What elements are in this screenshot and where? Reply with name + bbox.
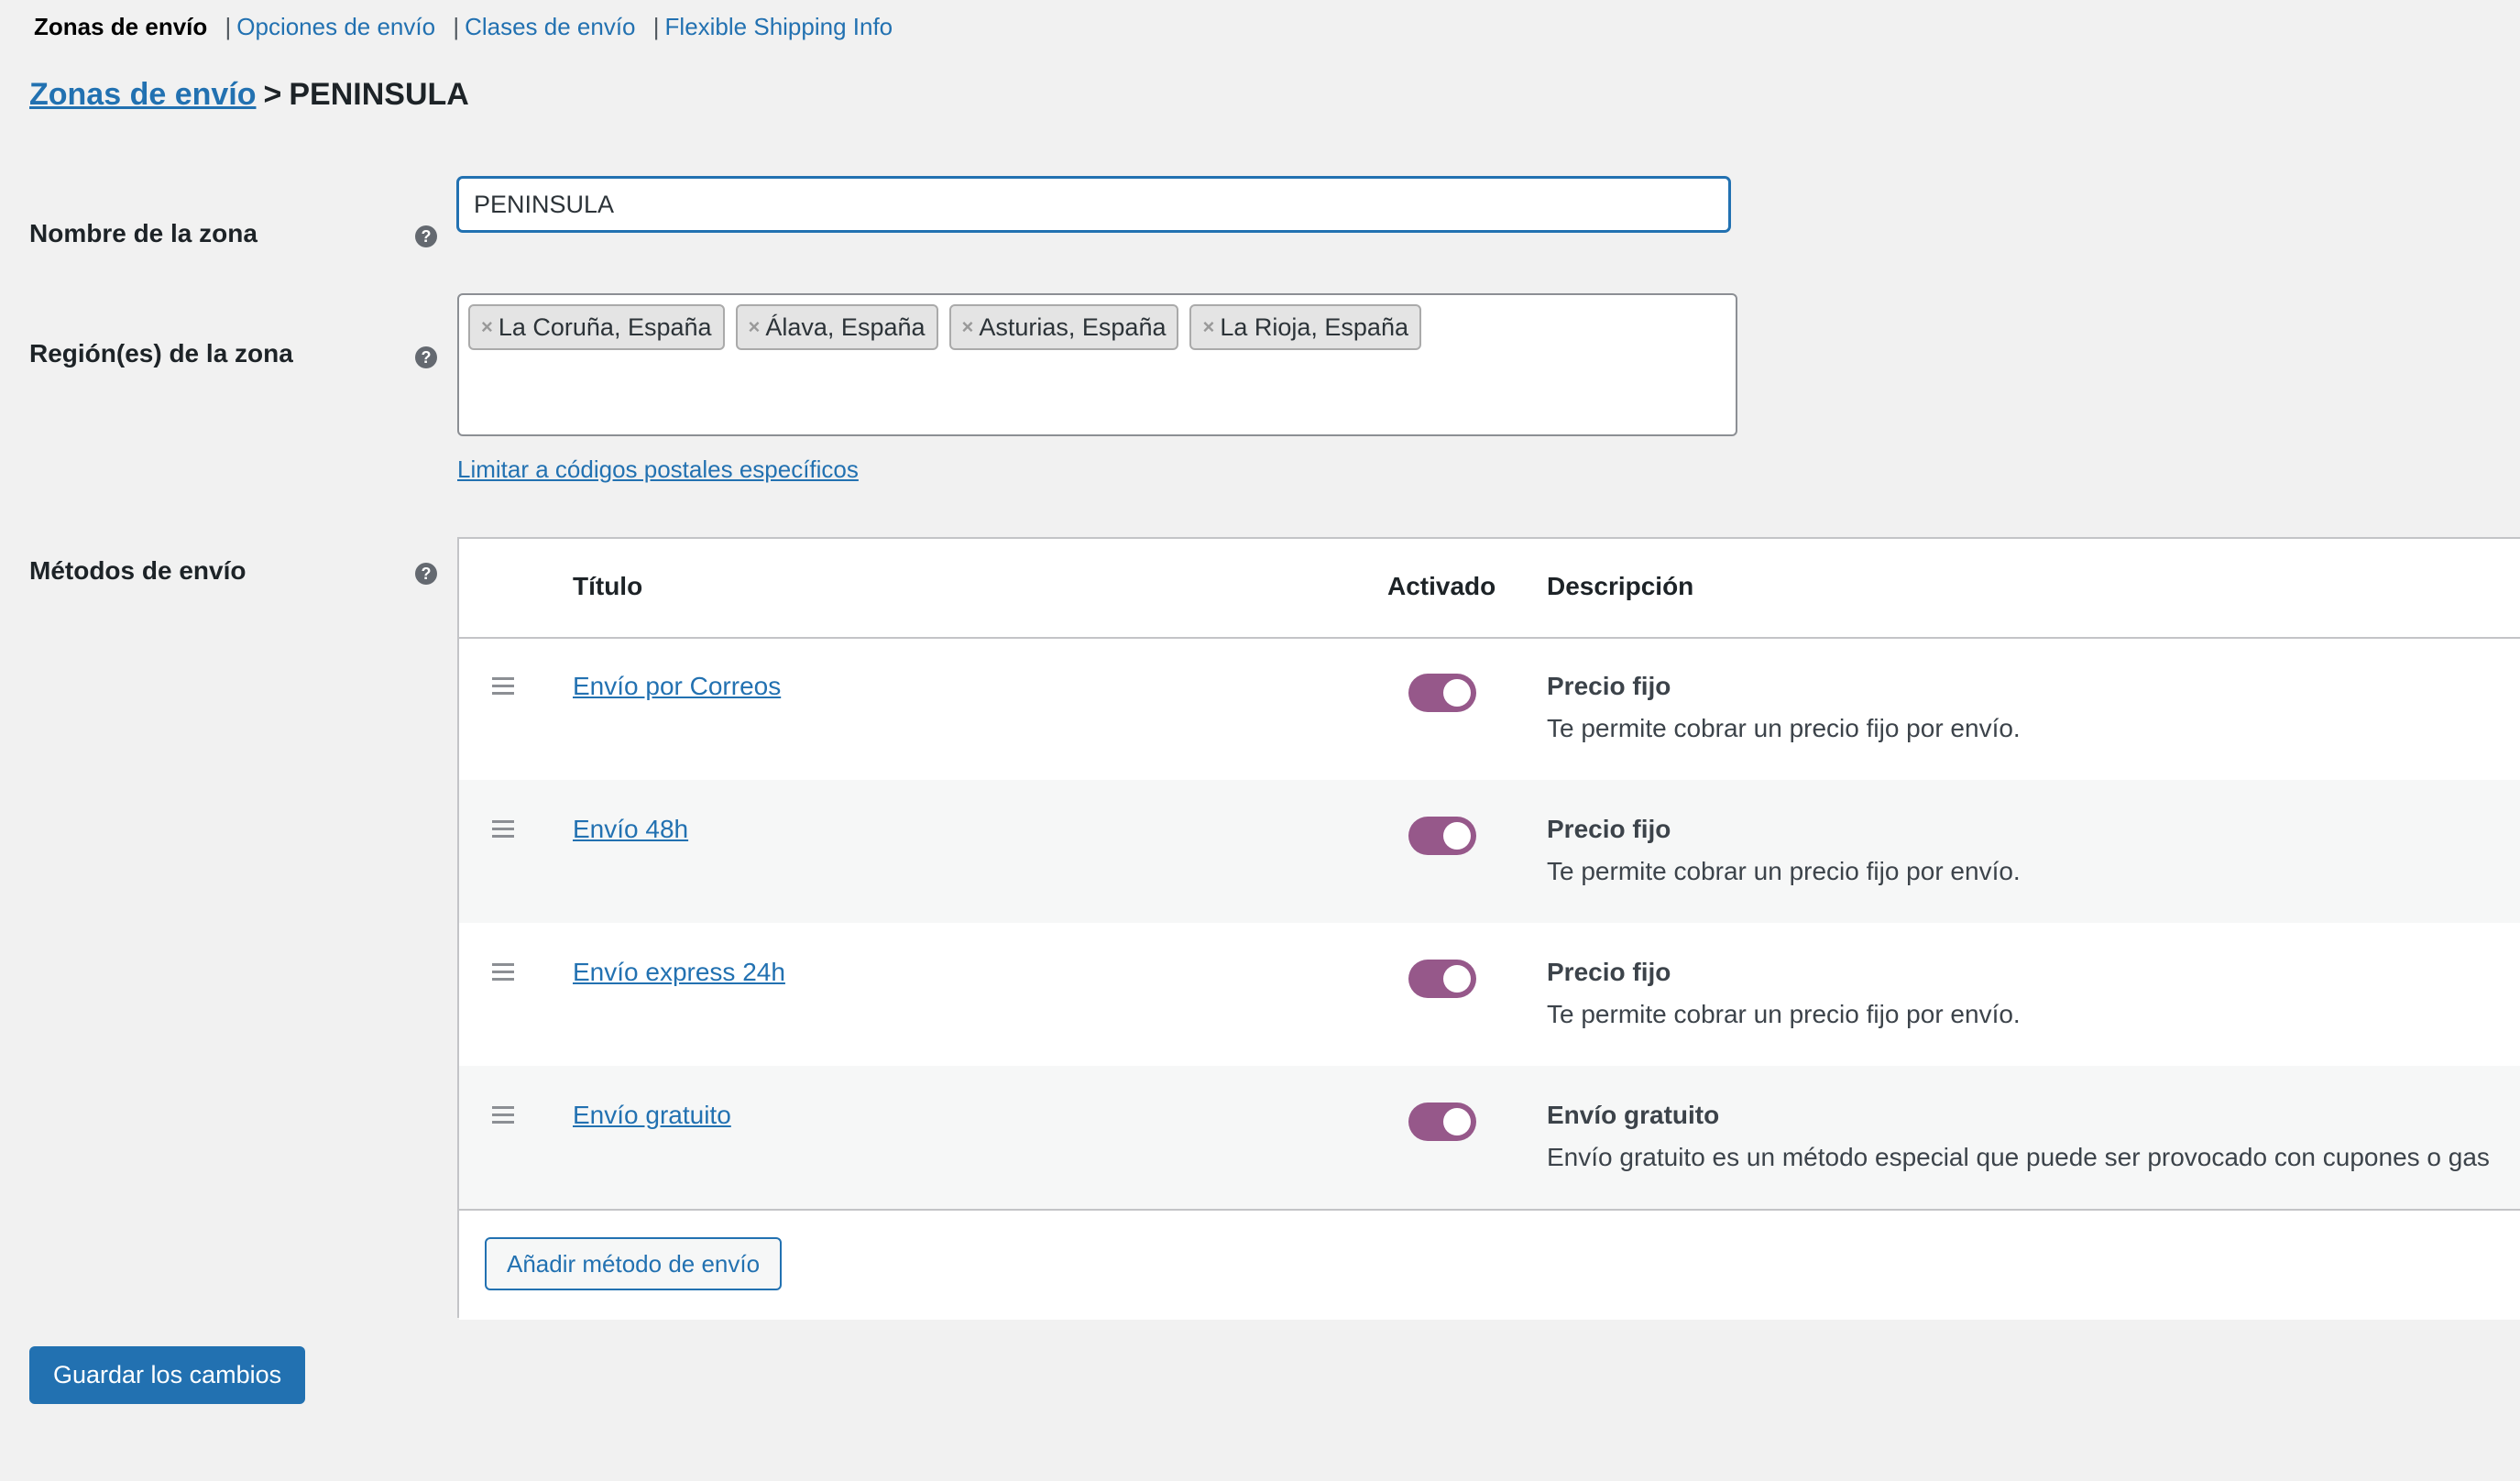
drag-handle-icon[interactable]: [492, 677, 514, 699]
breadcrumb: Zonas de envío > PENINSULA: [29, 77, 469, 113]
zone-name-label: Nombre de la zona: [29, 219, 257, 247]
column-header-enabled: Activado: [1387, 572, 1496, 600]
method-enabled-toggle[interactable]: [1408, 817, 1476, 855]
method-description-title: Precio fijo: [1547, 672, 1671, 700]
subnav-separator: |: [225, 13, 232, 40]
method-title-link[interactable]: Envío gratuito: [573, 1101, 731, 1130]
remove-region-icon[interactable]: ×: [481, 315, 493, 339]
shipping-methods-table: Título Activado Descripción Envío por Co…: [457, 537, 2520, 1320]
subnav-link-opciones[interactable]: Opciones de envío: [236, 13, 435, 40]
help-icon[interactable]: ?: [415, 346, 437, 368]
remove-region-icon[interactable]: ×: [962, 315, 974, 339]
column-header-description: Descripción: [1547, 572, 1694, 600]
method-title-link[interactable]: Envío express 24h: [573, 958, 785, 987]
subnav-current-zonas[interactable]: Zonas de envío: [34, 13, 207, 40]
drag-handle-icon[interactable]: [492, 820, 514, 842]
method-enabled-toggle[interactable]: [1408, 674, 1476, 712]
subnav-separator: |: [652, 13, 660, 40]
region-chip-label: La Coruña, España: [498, 313, 712, 341]
method-description-title: Precio fijo: [1547, 815, 1671, 843]
region-chip-label: Asturias, España: [979, 313, 1167, 341]
region-chip: × Álava, España: [735, 304, 938, 350]
method-title-link[interactable]: Envío por Correos: [573, 672, 781, 701]
method-enabled-toggle[interactable]: [1408, 960, 1476, 998]
add-shipping-method-button[interactable]: Añadir método de envío: [485, 1237, 783, 1290]
limit-postcodes-link[interactable]: Limitar a códigos postales específicos: [457, 455, 859, 484]
method-description-title: Envío gratuito: [1547, 1101, 1720, 1129]
method-description-text: Envío gratuito es un método especial que…: [1547, 1143, 2490, 1171]
shipping-methods-label: Métodos de envío: [29, 556, 247, 585]
subnav-separator: |: [453, 13, 460, 40]
region-chip: × Asturias, España: [948, 304, 1179, 350]
zone-regions-label: Región(es) de la zona: [29, 339, 293, 368]
breadcrumb-current: PENINSULA: [289, 77, 469, 112]
region-chip: × La Rioja, España: [1189, 304, 1421, 350]
table-row: Envío express 24h Precio fijo Te permite…: [459, 923, 2520, 1066]
remove-region-icon[interactable]: ×: [1202, 315, 1214, 339]
region-chip-label: Álava, España: [765, 313, 926, 341]
subnav-link-clases[interactable]: Clases de envío: [465, 13, 635, 40]
breadcrumb-arrow: >: [263, 77, 282, 112]
save-changes-button[interactable]: Guardar los cambios: [29, 1346, 306, 1404]
method-description-title: Precio fijo: [1547, 958, 1671, 986]
method-description-text: Te permite cobrar un precio fijo por env…: [1547, 857, 2021, 885]
region-chip: × La Coruña, España: [468, 304, 725, 350]
table-row: Envío por Correos Precio fijo Te permite…: [459, 637, 2520, 780]
subnav-link-flexible-shipping[interactable]: Flexible Shipping Info: [665, 13, 893, 40]
table-row: Envío 48h Precio fijo Te permite cobrar …: [459, 780, 2520, 923]
method-enabled-toggle[interactable]: [1408, 1103, 1476, 1141]
table-row: Envío gratuito Envío gratuito Envío grat…: [459, 1066, 2520, 1209]
breadcrumb-zonas-link[interactable]: Zonas de envío: [29, 77, 257, 112]
help-icon[interactable]: ?: [415, 225, 437, 247]
shipping-subnav: Zonas de envío | Opciones de envío | Clase…: [34, 13, 893, 41]
help-icon[interactable]: ?: [415, 563, 437, 585]
zone-name-input[interactable]: [457, 177, 1730, 232]
method-description-text: Te permite cobrar un precio fijo por env…: [1547, 1000, 2021, 1028]
remove-region-icon[interactable]: ×: [749, 315, 761, 339]
region-chip-label: La Rioja, España: [1220, 313, 1408, 341]
drag-handle-icon[interactable]: [492, 963, 514, 985]
method-title-link[interactable]: Envío 48h: [573, 815, 688, 844]
zone-regions-select[interactable]: × La Coruña, España × Álava, España × Astur…: [457, 293, 1737, 436]
method-description-text: Te permite cobrar un precio fijo por env…: [1547, 714, 2021, 742]
table-footer: Añadir método de envío: [459, 1209, 2520, 1320]
column-header-title: Título: [573, 572, 643, 600]
table-header: Título Activado Descripción: [459, 539, 2520, 639]
drag-handle-icon[interactable]: [492, 1106, 514, 1128]
